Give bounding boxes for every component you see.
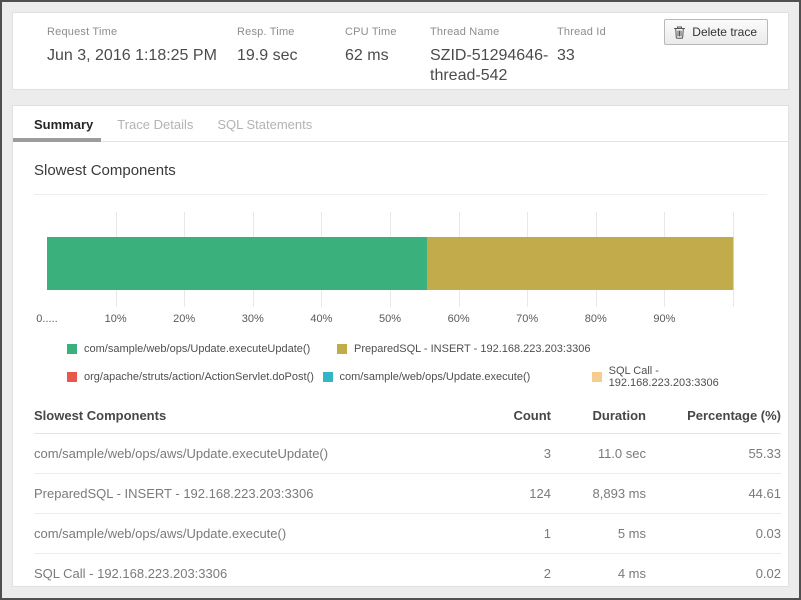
trace-detail-panel: Summary Trace Details SQL Statements Slo… — [12, 105, 789, 587]
trace-info-panel: Request Time Jun 3, 2016 1:18:25 PM Resp… — [12, 12, 789, 90]
resp-time-label: Resp. Time — [237, 26, 345, 38]
cell-component: PreparedSQL - INSERT - 192.168.223.203:3… — [34, 473, 476, 513]
cell-count: 3 — [476, 433, 551, 473]
legend-item-preparedsql: PreparedSQL - INSERT - 192.168.223.203:3… — [337, 343, 590, 355]
tab-summary[interactable]: Summary — [34, 117, 93, 141]
cell-count: 1 — [476, 513, 551, 553]
legend-item-dopost: org/apache/struts/action/ActionServlet.d… — [67, 371, 323, 383]
legend-swatch-teal — [323, 372, 333, 382]
tab-trace-details[interactable]: Trace Details — [117, 117, 193, 141]
axis-tick: 20% — [173, 313, 195, 325]
request-time-field: Request Time Jun 3, 2016 1:18:25 PM — [47, 26, 237, 89]
legend-label: SQL Call - 192.168.223.203:3306 — [609, 365, 767, 389]
cell-duration: 4 ms — [551, 553, 646, 593]
cell-component: SQL Call - 192.168.223.203:3306 — [34, 553, 476, 593]
table-row: com/sample/web/ops/aws/Update.executeUpd… — [34, 433, 781, 473]
axis-tick: 0..... — [36, 313, 57, 325]
legend-label: com/sample/web/ops/Update.executeUpdate(… — [84, 343, 310, 355]
col-header-component: Slowest Components — [34, 399, 476, 433]
table-header-row: Slowest Components Count Duration Percen… — [34, 399, 781, 433]
legend-label: org/apache/struts/action/ActionServlet.d… — [84, 371, 314, 383]
stacked-bar — [47, 237, 733, 290]
delete-trace-button[interactable]: Delete trace — [664, 19, 768, 45]
table-row: SQL Call - 192.168.223.203:3306 2 4 ms 0… — [34, 553, 781, 593]
axis-tick: 80% — [585, 313, 607, 325]
axis-tick: 60% — [448, 313, 470, 325]
trash-icon — [673, 25, 686, 39]
thread-id-value: 33 — [557, 46, 768, 66]
tab-sql-statements[interactable]: SQL Statements — [217, 117, 312, 141]
delete-trace-label: Delete trace — [692, 25, 757, 39]
legend-label: com/sample/web/ops/Update.execute() — [340, 371, 531, 383]
slowest-components-table: Slowest Components Count Duration Percen… — [34, 399, 781, 593]
cell-duration: 8,893 ms — [551, 473, 646, 513]
cell-component: com/sample/web/ops/aws/Update.executeUpd… — [34, 433, 476, 473]
resp-time-value: 19.9 sec — [237, 46, 345, 66]
table-row: com/sample/web/ops/aws/Update.execute() … — [34, 513, 781, 553]
legend-swatch-red — [67, 372, 77, 382]
thread-name-label: Thread Name — [430, 26, 557, 38]
legend-item-sqlcall: SQL Call - 192.168.223.203:3306 — [592, 365, 767, 389]
legend-row: org/apache/struts/action/ActionServlet.d… — [67, 365, 767, 389]
cell-percentage: 0.02 — [646, 553, 781, 593]
legend-item-executeUpdate: com/sample/web/ops/Update.executeUpdate(… — [67, 343, 337, 355]
axis-tick: 10% — [105, 313, 127, 325]
request-time-label: Request Time — [47, 26, 237, 38]
cpu-time-value: 62 ms — [345, 46, 430, 66]
cell-count: 2 — [476, 553, 551, 593]
cell-percentage: 0.03 — [646, 513, 781, 553]
col-header-count: Count — [476, 399, 551, 433]
legend-swatch-gold — [337, 344, 347, 354]
cpu-time-label: CPU Time — [345, 26, 430, 38]
axis-tick: 70% — [516, 313, 538, 325]
cell-percentage: 44.61 — [646, 473, 781, 513]
cell-percentage: 55.33 — [646, 433, 781, 473]
table-row: PreparedSQL - INSERT - 192.168.223.203:3… — [34, 473, 781, 513]
gridline — [733, 212, 734, 307]
tab-bar: Summary Trace Details SQL Statements — [13, 106, 788, 142]
thread-name-field: Thread Name SZID-51294646-thread-542 — [430, 26, 557, 89]
slowest-components-chart: 0..... 10% 20% 30% 40% 50% 60% 70% 80% 9… — [47, 212, 733, 307]
section-divider — [34, 194, 767, 195]
cell-component: com/sample/web/ops/aws/Update.execute() — [34, 513, 476, 553]
cpu-time-field: CPU Time 62 ms — [345, 26, 430, 89]
legend-row: com/sample/web/ops/Update.executeUpdate(… — [67, 343, 767, 355]
axis-tick: 40% — [310, 313, 332, 325]
thread-name-value: SZID-51294646-thread-542 — [430, 46, 550, 86]
resp-time-field: Resp. Time 19.9 sec — [237, 26, 345, 89]
col-header-duration: Duration — [551, 399, 646, 433]
cell-duration: 11.0 sec — [551, 433, 646, 473]
col-header-percentage: Percentage (%) — [646, 399, 781, 433]
legend-swatch-peach — [592, 372, 602, 382]
axis-tick: 50% — [379, 313, 401, 325]
axis-tick: 30% — [242, 313, 264, 325]
legend-item-execute: com/sample/web/ops/Update.execute() — [323, 371, 592, 383]
chart-legend: com/sample/web/ops/Update.executeUpdate(… — [67, 343, 767, 389]
request-time-value: Jun 3, 2016 1:18:25 PM — [47, 46, 237, 66]
cell-count: 124 — [476, 473, 551, 513]
cell-duration: 5 ms — [551, 513, 646, 553]
legend-label: PreparedSQL - INSERT - 192.168.223.203:3… — [354, 343, 590, 355]
axis-tick: 90% — [653, 313, 675, 325]
legend-swatch-green — [67, 344, 77, 354]
bar-segment-executeUpdate[interactable] — [47, 237, 427, 290]
bar-segment-preparedsql[interactable] — [427, 237, 733, 290]
section-title: Slowest Components — [34, 162, 767, 179]
